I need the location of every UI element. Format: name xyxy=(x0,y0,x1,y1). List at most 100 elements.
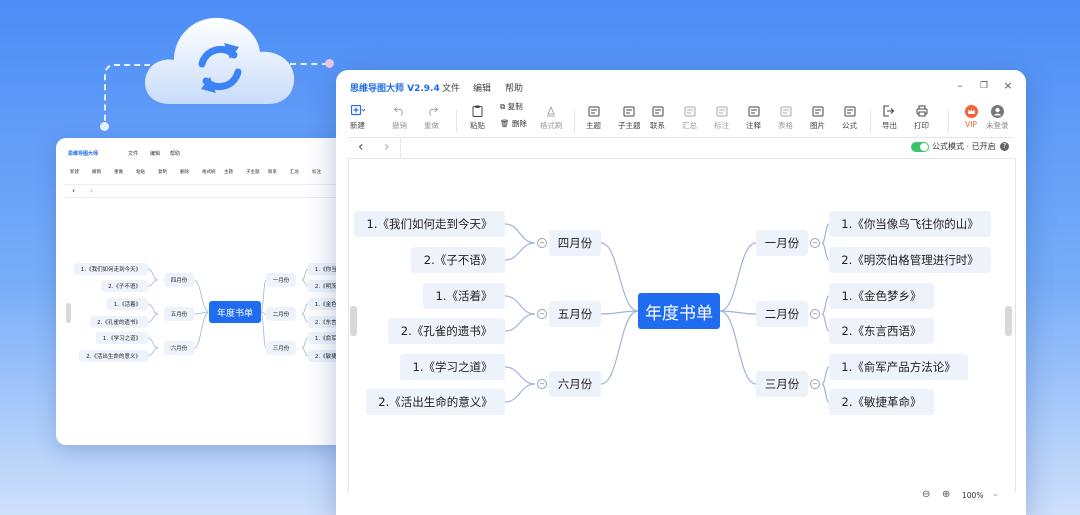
menu-help[interactable]: 帮助 xyxy=(505,81,523,94)
export-button[interactable]: 导出 xyxy=(882,104,897,131)
forward-arrow-icon[interactable]: › xyxy=(384,139,390,155)
minimize-icon[interactable]: – xyxy=(952,79,968,92)
root-topic[interactable]: 年度书单 xyxy=(209,301,261,323)
book-topic[interactable]: 1.《金色梦乡》 xyxy=(829,283,934,309)
month-topic[interactable]: 三月份 xyxy=(266,341,296,355)
branch-line xyxy=(193,279,210,313)
subtopic-button[interactable]: 子主题 xyxy=(618,104,641,131)
root-topic[interactable]: 年度书单 xyxy=(638,293,720,329)
book-topic[interactable]: 2.《孔雀的遗书》 xyxy=(90,316,148,328)
image-button[interactable]: 图片 xyxy=(810,104,825,131)
book-topic[interactable]: 1.《我们如何走到今天》 xyxy=(354,211,505,237)
new-button[interactable]: 新建 xyxy=(350,104,365,131)
delete-button[interactable]: 🗑 删除 xyxy=(500,118,527,129)
cloud-sync-icon xyxy=(145,17,295,105)
book-topic[interactable]: 2.《东言西语》 xyxy=(829,318,934,344)
print-button[interactable]: 打印 xyxy=(914,104,929,131)
printer-icon xyxy=(915,104,929,118)
back-arrow-icon[interactable]: ‹ xyxy=(358,139,364,155)
vip-label: VIP xyxy=(965,120,977,129)
nav-bar: ‹ › 公式模式 · 已开启 ? xyxy=(348,137,1014,159)
label-icon xyxy=(715,104,729,118)
menu-file[interactable]: 文件 xyxy=(442,81,460,94)
zoom-dropdown-icon[interactable]: ⌄ xyxy=(992,489,999,498)
month-topic[interactable]: 六月份 xyxy=(549,371,601,397)
login-button[interactable]: 未登录 xyxy=(986,104,1009,131)
close-icon[interactable]: × xyxy=(1000,79,1016,92)
menu-edit[interactable]: 编辑 xyxy=(473,81,491,94)
collapse-toggle-icon[interactable]: − xyxy=(537,309,547,319)
book-topic[interactable]: 1.《活着》 xyxy=(423,283,505,309)
formula-mode-toggle[interactable] xyxy=(911,142,929,152)
help-icon[interactable]: ? xyxy=(1000,142,1009,151)
month-topic[interactable]: 一月份 xyxy=(756,230,808,256)
label-button[interactable]: 标注 xyxy=(714,104,729,131)
branch-line xyxy=(600,310,639,385)
branch-line xyxy=(504,242,536,261)
month-topic[interactable]: 六月份 xyxy=(164,341,194,355)
export-label: 导出 xyxy=(882,121,897,130)
collapse-toggle-icon[interactable]: − xyxy=(537,379,547,389)
branch-line xyxy=(504,313,536,332)
book-topic[interactable]: 2.《活出生命的意义》 xyxy=(366,389,505,415)
book-topic[interactable]: 1.《学习之道》 xyxy=(400,354,505,380)
relation-label: 联系 xyxy=(650,121,665,130)
zoom-in-icon[interactable]: ⊕ xyxy=(942,489,950,500)
collapse-toggle-icon[interactable]: − xyxy=(810,238,820,248)
branch-line xyxy=(147,313,159,323)
mindmap-canvas[interactable]: 年度书单 四月份 1.《我们如何走到今天》 2.《子不语》 − 五月份 1.《活着》 2.《孔… xyxy=(348,158,1016,492)
collapse-toggle-icon[interactable]: − xyxy=(537,238,547,248)
book-topic[interactable]: 1.《你当像鸟飞往你的山》 xyxy=(829,211,991,237)
book-topic[interactable]: 2.《子不语》 xyxy=(101,280,148,292)
relation-button[interactable]: 联系 xyxy=(650,104,665,131)
note-button[interactable]: 注释 xyxy=(746,104,761,131)
branch-line xyxy=(147,303,159,315)
month-topic[interactable]: 一月份 xyxy=(266,273,296,287)
month-topic[interactable]: 三月份 xyxy=(756,371,808,397)
subtopic-icon xyxy=(622,104,636,118)
avatar-icon xyxy=(990,104,1004,118)
formula-button[interactable]: 公式 xyxy=(842,104,857,131)
book-topic[interactable]: 2.《子不语》 xyxy=(411,247,505,273)
zoom-out-icon[interactable]: ⊖ xyxy=(922,489,930,500)
copy-button[interactable]: ⧉ 复制 xyxy=(500,101,523,112)
image-label: 图片 xyxy=(810,121,825,130)
collapse-toggle-icon[interactable]: − xyxy=(810,309,820,319)
table-button[interactable]: 表格 xyxy=(778,104,793,131)
vip-crown-icon xyxy=(964,104,978,118)
right-side-handle[interactable] xyxy=(1005,306,1012,336)
maximize-icon[interactable]: ❐ xyxy=(976,81,992,91)
book-topic[interactable]: 1.《我们如何走到今天》 xyxy=(74,263,148,275)
book-topic[interactable]: 2.《孔雀的遗书》 xyxy=(388,318,505,344)
month-topic[interactable]: 五月份 xyxy=(164,307,194,321)
paste-button[interactable]: 粘贴 xyxy=(470,104,485,131)
book-topic[interactable]: 2.《敏捷革命》 xyxy=(829,389,934,415)
month-topic[interactable]: 四月份 xyxy=(164,273,194,287)
book-topic[interactable]: 1.《学习之道》 xyxy=(96,332,148,344)
month-topic[interactable]: 五月份 xyxy=(549,301,601,327)
month-topic[interactable]: 二月份 xyxy=(756,301,808,327)
book-topic[interactable]: 1.《俞军产品方法论》 xyxy=(829,354,968,380)
month-topic[interactable]: 二月份 xyxy=(266,307,296,321)
main-window: 思维导图大师 V2.9.4 文件 编辑 帮助 – ❐ × 新建 撤销 重做 粘贴… xyxy=(336,70,1026,515)
format-painter-button[interactable]: 格式刷 xyxy=(540,104,563,131)
collapse-toggle-icon[interactable]: − xyxy=(810,379,820,389)
redo-label: 重做 xyxy=(424,121,439,130)
topic-button[interactable]: 主题 xyxy=(586,104,601,131)
toolbar-separator xyxy=(574,110,575,132)
book-topic[interactable]: 2.《活出生命的意义》 xyxy=(79,350,148,362)
vip-button[interactable]: VIP xyxy=(964,104,978,129)
book-topic[interactable]: 1.《活着》 xyxy=(107,298,148,310)
summary-button[interactable]: 汇总 xyxy=(682,104,697,131)
connector-dot-right xyxy=(325,59,334,68)
subtopic-label: 子主题 xyxy=(618,121,641,130)
redo-button[interactable]: 重做 xyxy=(424,104,439,131)
undo-button[interactable]: 撤销 xyxy=(392,104,407,131)
branch-line xyxy=(719,242,757,312)
formula-icon xyxy=(843,104,857,118)
book-topic[interactable]: 2.《明茨伯格管理进行时》 xyxy=(829,247,991,273)
zoom-level[interactable]: 100% xyxy=(962,491,983,500)
left-side-handle[interactable] xyxy=(350,306,357,336)
trash-icon: 🗑 xyxy=(500,119,510,128)
month-topic[interactable]: 四月份 xyxy=(549,230,601,256)
